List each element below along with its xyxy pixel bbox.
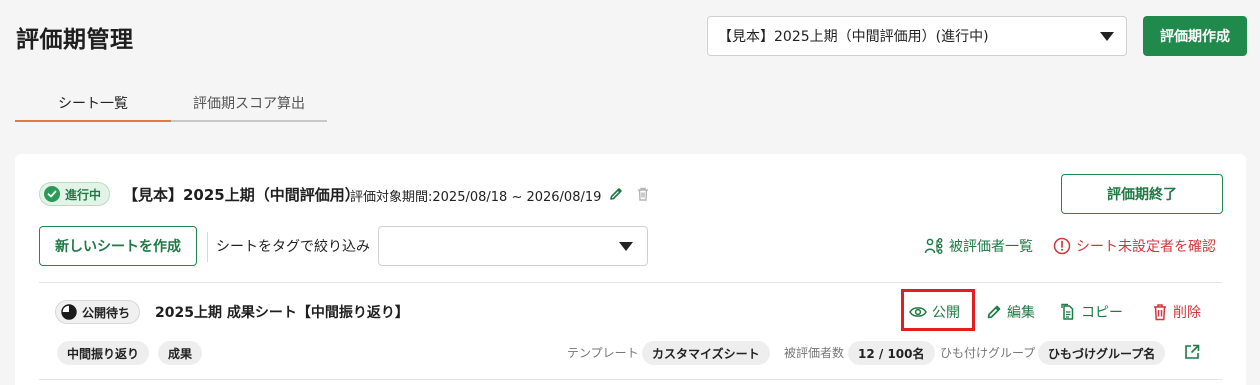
sheet-tag: 中間振り返り	[57, 341, 150, 365]
unset-sheet-link-label: シート未設定者を確認	[1076, 239, 1216, 255]
sheet-status-badge: 公開待ち	[55, 300, 141, 324]
check-circle-icon	[44, 186, 60, 202]
new-sheet-button[interactable]: 新しいシートを作成	[39, 226, 197, 266]
delete-button[interactable]: 削除	[1152, 302, 1201, 322]
edit-label: 編集	[1007, 305, 1035, 321]
period-select-value: 【見本】2025上期（中間評価用）(進行中)	[718, 29, 989, 45]
period-range: 評価対象期間:2025/08/18 ~ 2026/08/19	[350, 190, 602, 205]
template-label: テンプレート	[567, 346, 639, 360]
divider	[207, 232, 208, 262]
status-badge-label: 進行中	[65, 187, 102, 202]
alert-circle-icon	[1053, 237, 1071, 255]
edit-button[interactable]: 編集	[986, 302, 1035, 322]
status-badge: 進行中	[39, 182, 111, 206]
tag-filter-label: シートをタグで絞り込み	[216, 239, 370, 255]
trash-icon[interactable]	[633, 184, 653, 204]
template-value: カスタマイズシート	[642, 341, 770, 365]
copy-icon	[1061, 303, 1074, 320]
end-period-button[interactable]: 評価期終了	[1061, 174, 1223, 214]
trash-icon	[1154, 304, 1166, 321]
chevron-down-icon	[619, 241, 633, 251]
divider	[39, 379, 1222, 380]
unset-sheet-link[interactable]: シート未設定者を確認	[1053, 236, 1216, 256]
external-link-icon[interactable]	[1182, 342, 1202, 362]
sheet-tag: 成果	[158, 341, 203, 365]
group-label: ひも付けグループ	[940, 346, 1036, 360]
copy-label: コピー	[1081, 305, 1123, 321]
divider	[39, 282, 1222, 283]
sheet-title: 2025上期 成果シート【中間振り返り】	[155, 305, 409, 321]
delete-label: 削除	[1173, 305, 1201, 321]
half-circle-icon	[61, 304, 77, 320]
period-card: 進行中 【見本】2025上期（中間評価用） 評価対象期間:2025/08/18 …	[15, 154, 1246, 385]
tab-period-score[interactable]: 評価期スコア算出	[171, 86, 327, 122]
highlight-box	[901, 289, 975, 331]
group-value: ひもづけグループ名	[1038, 341, 1166, 365]
period-select[interactable]: 【見本】2025上期（中間評価用）(進行中)	[707, 16, 1127, 56]
evaluatees-link[interactable]: 被評価者一覧	[924, 236, 1033, 256]
evaluatee-count-value: 12 / 100名	[848, 341, 935, 365]
sheet-status-label: 公開待ち	[82, 305, 131, 320]
copy-button[interactable]: コピー	[1060, 302, 1123, 322]
user-tree-icon	[924, 238, 943, 254]
period-title: 【見本】2025上期（中間評価用）	[123, 186, 360, 204]
evaluatees-link-label: 被評価者一覧	[949, 239, 1033, 255]
tab-bar: シート一覧 評価期スコア算出	[15, 86, 327, 122]
page-title: 評価期管理	[16, 27, 134, 53]
chevron-down-icon	[1100, 31, 1114, 41]
tag-filter-select[interactable]	[378, 226, 648, 266]
tab-sheet-list[interactable]: シート一覧	[15, 86, 171, 122]
evaluatee-count-label: 被評価者数	[784, 346, 845, 360]
pencil-icon[interactable]	[606, 184, 626, 204]
create-period-button[interactable]: 評価期作成	[1143, 16, 1247, 56]
pencil-icon	[987, 305, 1001, 319]
